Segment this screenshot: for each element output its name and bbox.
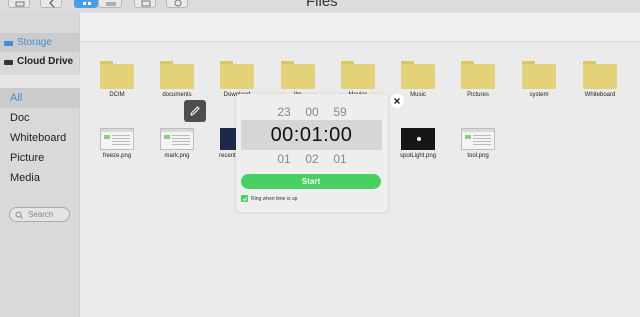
copy-button[interactable] bbox=[134, 0, 156, 8]
checkbox-checked-icon bbox=[241, 195, 248, 202]
ring-checkbox[interactable]: Ring when time is up bbox=[241, 195, 297, 202]
sidebar-item-doc[interactable]: Doc bbox=[10, 112, 30, 124]
sidebar-item-label: Cloud Drive bbox=[17, 56, 74, 67]
folder-icon bbox=[341, 61, 375, 89]
folder-item[interactable]: Whiteboard bbox=[570, 61, 630, 98]
search-icon bbox=[15, 211, 23, 219]
storage-icon bbox=[4, 40, 13, 46]
image-file-item[interactable]: mark.png bbox=[147, 128, 207, 159]
sidebar-item-cloud-drive[interactable]: Cloud Drive bbox=[4, 56, 73, 67]
folder-item[interactable]: Download bbox=[207, 61, 267, 98]
cloud-icon bbox=[4, 59, 13, 65]
folder-icon bbox=[461, 61, 495, 89]
folder-icon bbox=[281, 61, 315, 89]
image-thumbnail bbox=[100, 128, 134, 150]
back-button[interactable] bbox=[40, 0, 62, 8]
image-file-item[interactable]: spotLight.png bbox=[388, 128, 448, 159]
timer-next-minutes[interactable]: 02 bbox=[297, 152, 327, 166]
folder-item[interactable]: DCIM bbox=[87, 61, 147, 98]
start-button[interactable]: Start bbox=[241, 174, 381, 189]
grid-view-button[interactable] bbox=[74, 0, 98, 8]
file-label: freeze.png bbox=[102, 153, 132, 159]
delete-button[interactable] bbox=[166, 0, 188, 8]
folder-item[interactable]: documents bbox=[147, 61, 207, 98]
folder-item[interactable]: Music bbox=[388, 61, 448, 98]
window-title: Files bbox=[306, 0, 338, 10]
image-file-item[interactable]: tool.png bbox=[448, 128, 508, 159]
folder-icon bbox=[220, 61, 254, 89]
timer-next-hours[interactable]: 01 bbox=[269, 152, 299, 166]
sidebar-item-whiteboard[interactable]: Whiteboard bbox=[10, 132, 66, 144]
image-file-item[interactable]: freeze.png bbox=[87, 128, 147, 159]
sidebar: Storage Cloud Drive All Doc Whiteboard P… bbox=[0, 13, 80, 317]
ring-label: Ring when time is up bbox=[251, 195, 298, 202]
trash-icon bbox=[174, 0, 182, 7]
top-toolbar: Files bbox=[0, 0, 640, 13]
folder-label: documents bbox=[162, 92, 192, 98]
folder-item[interactable]: lbs bbox=[268, 61, 328, 98]
image-thumbnail bbox=[401, 128, 435, 150]
back-arrow-icon bbox=[49, 0, 55, 8]
image-thumbnail bbox=[160, 128, 194, 150]
sidebar-storage-row[interactable]: Storage bbox=[4, 37, 52, 48]
file-label: mark.png bbox=[164, 153, 190, 159]
timer-prev-minutes[interactable]: 00 bbox=[297, 105, 327, 119]
close-icon bbox=[394, 98, 400, 104]
sidebar-item-all[interactable]: All bbox=[10, 92, 22, 104]
timer-next-seconds[interactable]: 01 bbox=[325, 152, 355, 166]
folder-item[interactable]: system bbox=[509, 61, 569, 98]
grid-icon bbox=[83, 2, 91, 5]
window-button[interactable] bbox=[8, 0, 30, 8]
search-placeholder: Search bbox=[28, 210, 54, 219]
folder-label: Whiteboard bbox=[584, 92, 616, 98]
sidebar-item-label: Storage bbox=[17, 37, 53, 48]
list-view-button[interactable] bbox=[98, 0, 122, 8]
timer-prev-seconds[interactable]: 59 bbox=[325, 105, 355, 119]
image-thumbnail bbox=[461, 128, 495, 150]
folder-item[interactable]: Movies bbox=[328, 61, 388, 98]
folder-icon bbox=[100, 61, 134, 89]
folder-icon bbox=[401, 61, 435, 89]
sidebar-item-media[interactable]: Media bbox=[10, 172, 40, 184]
edit-button[interactable] bbox=[184, 100, 206, 122]
window-icon bbox=[15, 1, 25, 7]
sidebar-item-picture[interactable]: Picture bbox=[10, 152, 44, 164]
file-label: tool.png bbox=[467, 153, 489, 159]
file-label: spotLight.png bbox=[399, 153, 437, 159]
folder-label: Pictures bbox=[467, 92, 489, 98]
search-input[interactable]: Search bbox=[9, 207, 70, 222]
close-button[interactable] bbox=[390, 94, 404, 108]
pencil-icon bbox=[190, 106, 200, 116]
timer-current-value[interactable]: 00:01:00 bbox=[241, 120, 382, 150]
path-bar bbox=[80, 13, 640, 42]
timer-display: 00:01:00 bbox=[270, 124, 353, 146]
sidebar-divider bbox=[0, 75, 80, 89]
folder-label: system bbox=[529, 92, 549, 98]
folder-icon bbox=[160, 61, 194, 89]
copy-icon bbox=[141, 0, 151, 7]
timer-prev-hours[interactable]: 23 bbox=[269, 105, 299, 119]
list-icon bbox=[106, 2, 116, 6]
folder-label: DCIM bbox=[109, 92, 125, 98]
folder-icon bbox=[583, 61, 617, 89]
timer-dialog: 23 00 59 00:01:00 01 02 01 Start Ring wh… bbox=[236, 94, 388, 212]
folder-item[interactable]: Pictures bbox=[448, 61, 508, 98]
folder-icon bbox=[522, 61, 556, 89]
